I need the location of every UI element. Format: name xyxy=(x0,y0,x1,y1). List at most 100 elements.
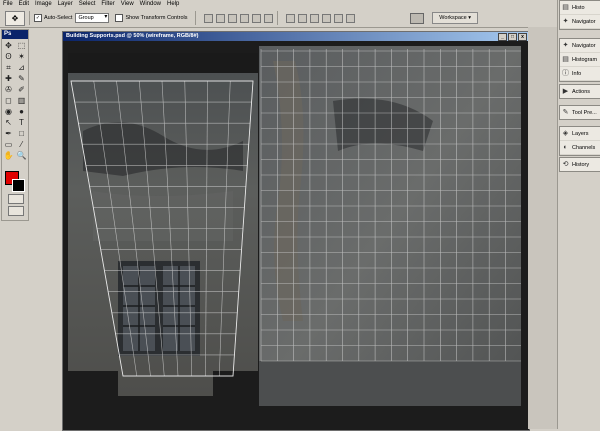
eraser-tool[interactable]: ◻ xyxy=(3,96,14,106)
facade-top-shadow xyxy=(68,53,258,73)
move-tool[interactable]: ✥ xyxy=(3,41,14,51)
menu-edit[interactable]: Edit xyxy=(16,0,32,9)
menu-filter[interactable]: Filter xyxy=(98,0,117,9)
auto-select-label: Auto-Select xyxy=(44,15,73,21)
notes-tool[interactable]: ▭ xyxy=(3,140,14,150)
channels-icon: ◐ xyxy=(563,144,568,151)
eyedropper-tool[interactable]: ⁄ xyxy=(16,140,27,150)
distribute-right-icon[interactable] xyxy=(345,13,355,23)
document-title: Building Supports.psd @ 50% (wireframe, … xyxy=(66,33,199,39)
path-selection-tool[interactable]: ↖ xyxy=(3,118,14,128)
palette-tab-tool-presets[interactable]: ✎ Tool Pre... xyxy=(559,105,600,120)
menu-image[interactable]: Image xyxy=(32,0,55,9)
distribute-top-icon[interactable] xyxy=(285,13,295,23)
quick-mask-button[interactable] xyxy=(8,194,24,204)
move-tool-icon: ✥ xyxy=(11,13,19,23)
background-color-swatch[interactable] xyxy=(12,179,25,192)
palette-tab-channels[interactable]: ◐ Channels xyxy=(560,141,600,155)
options-separator xyxy=(194,11,196,25)
tool-presets-icon: ✎ xyxy=(562,109,569,116)
palette-label: Histo xyxy=(572,4,585,11)
tool-preset-picker[interactable]: ✥ xyxy=(5,10,25,26)
palette-tab-histogram[interactable]: ▤ Histogram xyxy=(560,53,600,67)
lasso-tool[interactable]: ʘ xyxy=(3,52,14,62)
tool-grid: ✥ ⬚ ʘ ✶ ⌗ ⊿ ✚ ✎ ✇ ✐ ◻ ▥ ◉ ● ↖ T ✒ □ ▭ ⁄ ✋ 🔍 xyxy=(2,39,28,163)
palette-group-layers: ◈ Layers ◐ Channels xyxy=(559,126,600,156)
menu-file[interactable]: File xyxy=(0,0,16,9)
close-button[interactable]: x xyxy=(518,32,527,41)
gradient-tool[interactable]: ▥ xyxy=(16,96,27,106)
dodge-tool[interactable]: ● xyxy=(16,107,27,117)
dark-corner-right xyxy=(213,371,258,396)
palette-tab-histogram[interactable]: ▤ Histo xyxy=(560,1,600,15)
navigator-icon: ✦ xyxy=(562,18,569,25)
palette-tab-navigator[interactable]: ✦ Navigator xyxy=(560,15,600,29)
marquee-tool[interactable]: ⬚ xyxy=(16,41,27,51)
menu-window[interactable]: Window xyxy=(137,0,164,9)
blur-tool[interactable]: ◉ xyxy=(3,107,14,117)
distribute-hcenter-icon[interactable] xyxy=(333,13,343,23)
auto-select-dropdown[interactable]: Group xyxy=(75,13,110,23)
minimize-button[interactable]: _ xyxy=(498,32,507,41)
healing-brush-tool[interactable]: ✚ xyxy=(3,74,14,84)
distribute-left-icon[interactable] xyxy=(321,13,331,23)
workspace-button[interactable]: Workspace ▾ xyxy=(432,12,478,24)
histogram-icon: ▤ xyxy=(562,56,569,63)
document-titlebar[interactable]: Building Supports.psd @ 50% (wireframe, … xyxy=(63,32,529,41)
align-vcenter-icon[interactable] xyxy=(215,13,225,23)
distribute-bottom-icon[interactable] xyxy=(309,13,319,23)
maximize-button[interactable]: □ xyxy=(508,32,517,41)
menu-layer[interactable]: Layer xyxy=(55,0,76,9)
show-transform-checkbox[interactable] xyxy=(115,14,124,22)
palette-tab-history[interactable]: ⟲ History xyxy=(559,157,600,172)
navigator-icon: ✦ xyxy=(562,42,569,49)
palette-well-icon[interactable] xyxy=(410,12,425,24)
align-hcenter-icon[interactable] xyxy=(251,13,261,23)
crop-tool[interactable]: ⌗ xyxy=(3,63,14,73)
palette-group-navigator: ✦ Navigator ▤ Histogram ⓘ Info xyxy=(559,38,600,82)
hand-tool[interactable]: ✋ xyxy=(3,151,14,161)
palette-label: History xyxy=(572,161,590,168)
auto-select-checkbox[interactable]: ✓ xyxy=(34,14,42,22)
align-bottom-icon[interactable] xyxy=(227,13,237,23)
history-brush-tool[interactable]: ✐ xyxy=(16,85,27,95)
palette-tab-actions[interactable]: ▶ Actions xyxy=(559,84,600,99)
slice-tool[interactable]: ⊿ xyxy=(16,63,27,73)
show-transform-label: Show Transform Controls xyxy=(125,15,188,21)
palette-tab-layers[interactable]: ◈ Layers xyxy=(560,127,600,141)
distribute-buttons xyxy=(285,13,355,23)
type-tool[interactable]: T xyxy=(16,118,27,128)
align-buttons xyxy=(203,13,273,23)
align-left-icon[interactable] xyxy=(239,13,249,23)
palette-label: Tool Pre... xyxy=(572,109,597,116)
scrollbar-area[interactable] xyxy=(528,27,557,429)
toolbox-header[interactable]: Ps xyxy=(2,30,28,39)
magic-wand-tool[interactable]: ✶ xyxy=(16,52,27,62)
layers-icon: ◈ xyxy=(562,130,569,137)
toolbox: Ps ✥ ⬚ ʘ ✶ ⌗ ⊿ ✚ ✎ ✇ ✐ ◻ ▥ ◉ ● ↖ T ✒ □ ▭ ⁄ ✋ 🔍 xyxy=(1,29,29,221)
menu-bar: File Edit Image Layer Select Filter View… xyxy=(0,0,600,9)
brush-tool[interactable]: ✎ xyxy=(16,74,27,84)
palette-label: Info xyxy=(572,70,582,77)
document-canvas[interactable] xyxy=(63,41,529,430)
screen-mode-button[interactable] xyxy=(8,206,24,216)
options-separator xyxy=(276,11,278,25)
palette-tab-navigator[interactable]: ✦ Navigator xyxy=(560,39,600,53)
palette-tab-info[interactable]: ⓘ Info xyxy=(560,67,600,81)
zoom-tool[interactable]: 🔍 xyxy=(16,151,27,161)
menu-help[interactable]: Help xyxy=(164,0,182,9)
pen-tool[interactable]: ✒ xyxy=(3,129,14,139)
palette-group-top: ▤ Histo ✦ Navigator xyxy=(559,0,600,30)
menu-select[interactable]: Select xyxy=(76,0,99,9)
menu-view[interactable]: View xyxy=(118,0,137,9)
clone-stamp-tool[interactable]: ✇ xyxy=(3,85,14,95)
wall-base xyxy=(259,361,521,406)
distribute-vcenter-icon[interactable] xyxy=(297,13,307,23)
document-window: Building Supports.psd @ 50% (wireframe, … xyxy=(62,31,530,431)
align-right-icon[interactable] xyxy=(263,13,273,23)
align-top-icon[interactable] xyxy=(203,13,213,23)
histogram-icon: ▤ xyxy=(562,4,569,11)
dark-corner-left xyxy=(68,371,118,396)
palette-label: Histogram xyxy=(572,56,598,63)
shape-tool[interactable]: □ xyxy=(16,129,27,139)
